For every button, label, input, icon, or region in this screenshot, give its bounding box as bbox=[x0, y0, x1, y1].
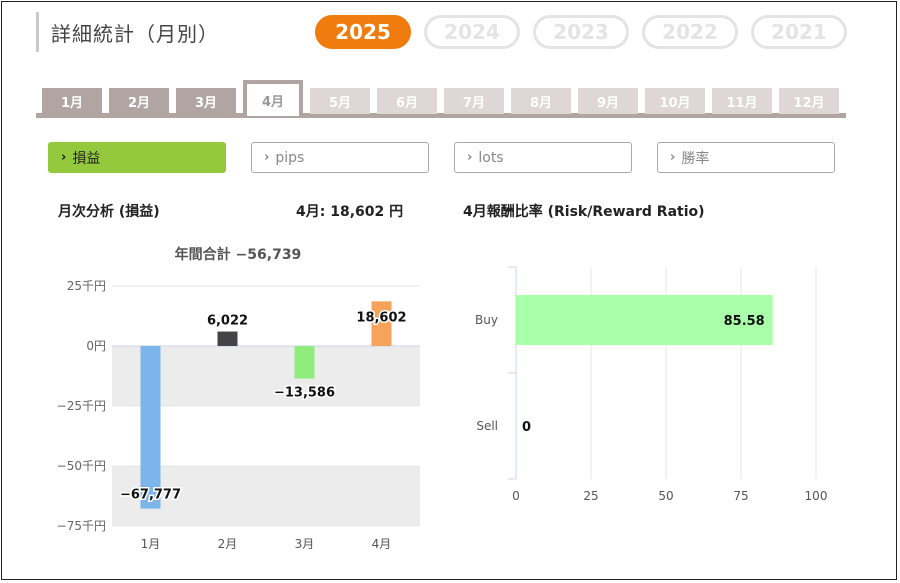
y-tick-label: 0円 bbox=[86, 339, 106, 353]
year-tab-2021[interactable]: 2021 bbox=[751, 15, 847, 49]
x-tick-label: 4月 bbox=[372, 537, 392, 551]
data-label: 6,022 bbox=[207, 314, 248, 329]
data-label: 0 bbox=[522, 420, 531, 435]
year-tab-2025[interactable]: 2025 bbox=[315, 15, 411, 49]
y-tick-label: Buy bbox=[475, 313, 498, 327]
bar-1月[interactable] bbox=[140, 346, 161, 509]
x-tick-label: 0 bbox=[512, 489, 520, 503]
metric-button-label: lots bbox=[478, 149, 504, 166]
x-tick-label: 25 bbox=[583, 489, 598, 503]
data-label: 85.58 bbox=[724, 314, 765, 329]
month-tab-2[interactable]: 2月 bbox=[109, 88, 169, 114]
month-total-value: 4月: 18,602 円 bbox=[296, 204, 404, 220]
x-tick-label: 3月 bbox=[295, 537, 315, 551]
month-tab-6[interactable]: 6月 bbox=[377, 88, 437, 114]
risk-reward-chart: 0 25 50 75 100 Buy 85.58 Sell 0 bbox=[475, 266, 828, 503]
data-label: 18,602 bbox=[356, 310, 406, 325]
bar-2月[interactable] bbox=[217, 331, 238, 346]
metric-button-lots[interactable]: › lots bbox=[454, 142, 632, 173]
metric-button-winrate[interactable]: › 勝率 bbox=[657, 142, 835, 173]
x-tick-label: 75 bbox=[733, 489, 748, 503]
metric-button-label: 勝率 bbox=[681, 150, 710, 167]
data-label: −13,586 bbox=[274, 386, 335, 401]
chart-title: 年間合計 −56,739 bbox=[175, 246, 302, 263]
month-tab-11[interactable]: 11月 bbox=[712, 88, 772, 114]
month-tab-5[interactable]: 5月 bbox=[310, 88, 370, 114]
year-tab-2023[interactable]: 2023 bbox=[533, 15, 629, 49]
metric-button-pips[interactable]: › pips bbox=[251, 142, 429, 173]
chevron-right-icon: › bbox=[467, 150, 473, 165]
page-title: 詳細統計（月別） bbox=[51, 21, 219, 46]
x-tick-label: 2月 bbox=[218, 537, 238, 551]
x-tick-label: 100 bbox=[805, 489, 828, 503]
month-tab-3[interactable]: 3月 bbox=[176, 88, 236, 114]
bar-3月[interactable] bbox=[294, 346, 315, 379]
month-tab-4[interactable]: 4月 bbox=[243, 80, 303, 116]
right-section-title: 4月報酬比率 (Risk/Reward Ratio) bbox=[463, 204, 705, 220]
y-tick-label: 25千円 bbox=[67, 279, 106, 293]
y-tick-label: Sell bbox=[476, 419, 498, 433]
year-tab-2022[interactable]: 2022 bbox=[642, 15, 738, 49]
metric-button-label: 損益 bbox=[72, 150, 101, 167]
month-tab-9[interactable]: 9月 bbox=[578, 88, 638, 114]
x-tick-label: 50 bbox=[658, 489, 673, 503]
month-tab-1[interactable]: 1月 bbox=[42, 88, 102, 114]
monthly-pl-chart: 年間合計 −56,739 25千円 0円 −25千円 −50千円 −75千円 −67,777… bbox=[57, 246, 420, 551]
year-tab-2024[interactable]: 2024 bbox=[424, 15, 520, 49]
month-tab-10[interactable]: 10月 bbox=[645, 88, 705, 114]
chevron-right-icon: › bbox=[670, 150, 676, 165]
month-tab-12[interactable]: 12月 bbox=[779, 88, 839, 114]
y-tick-label: −25千円 bbox=[57, 399, 106, 413]
metric-button-label: pips bbox=[275, 149, 305, 166]
month-tab-8[interactable]: 8月 bbox=[511, 88, 571, 114]
chevron-right-icon: › bbox=[61, 150, 67, 165]
y-tick-label: −75千円 bbox=[57, 519, 106, 533]
x-tick-label: 1月 bbox=[141, 537, 161, 551]
left-section-title: 月次分析 (損益) bbox=[58, 204, 160, 220]
data-label: −67,777 bbox=[120, 488, 181, 503]
month-tab-7[interactable]: 7月 bbox=[444, 88, 504, 114]
page-title-block: 詳細統計（月別） bbox=[36, 12, 219, 52]
metric-button-pl[interactable]: › 損益 bbox=[48, 142, 226, 173]
y-tick-label: −50千円 bbox=[57, 459, 106, 473]
chevron-right-icon: › bbox=[264, 150, 270, 165]
